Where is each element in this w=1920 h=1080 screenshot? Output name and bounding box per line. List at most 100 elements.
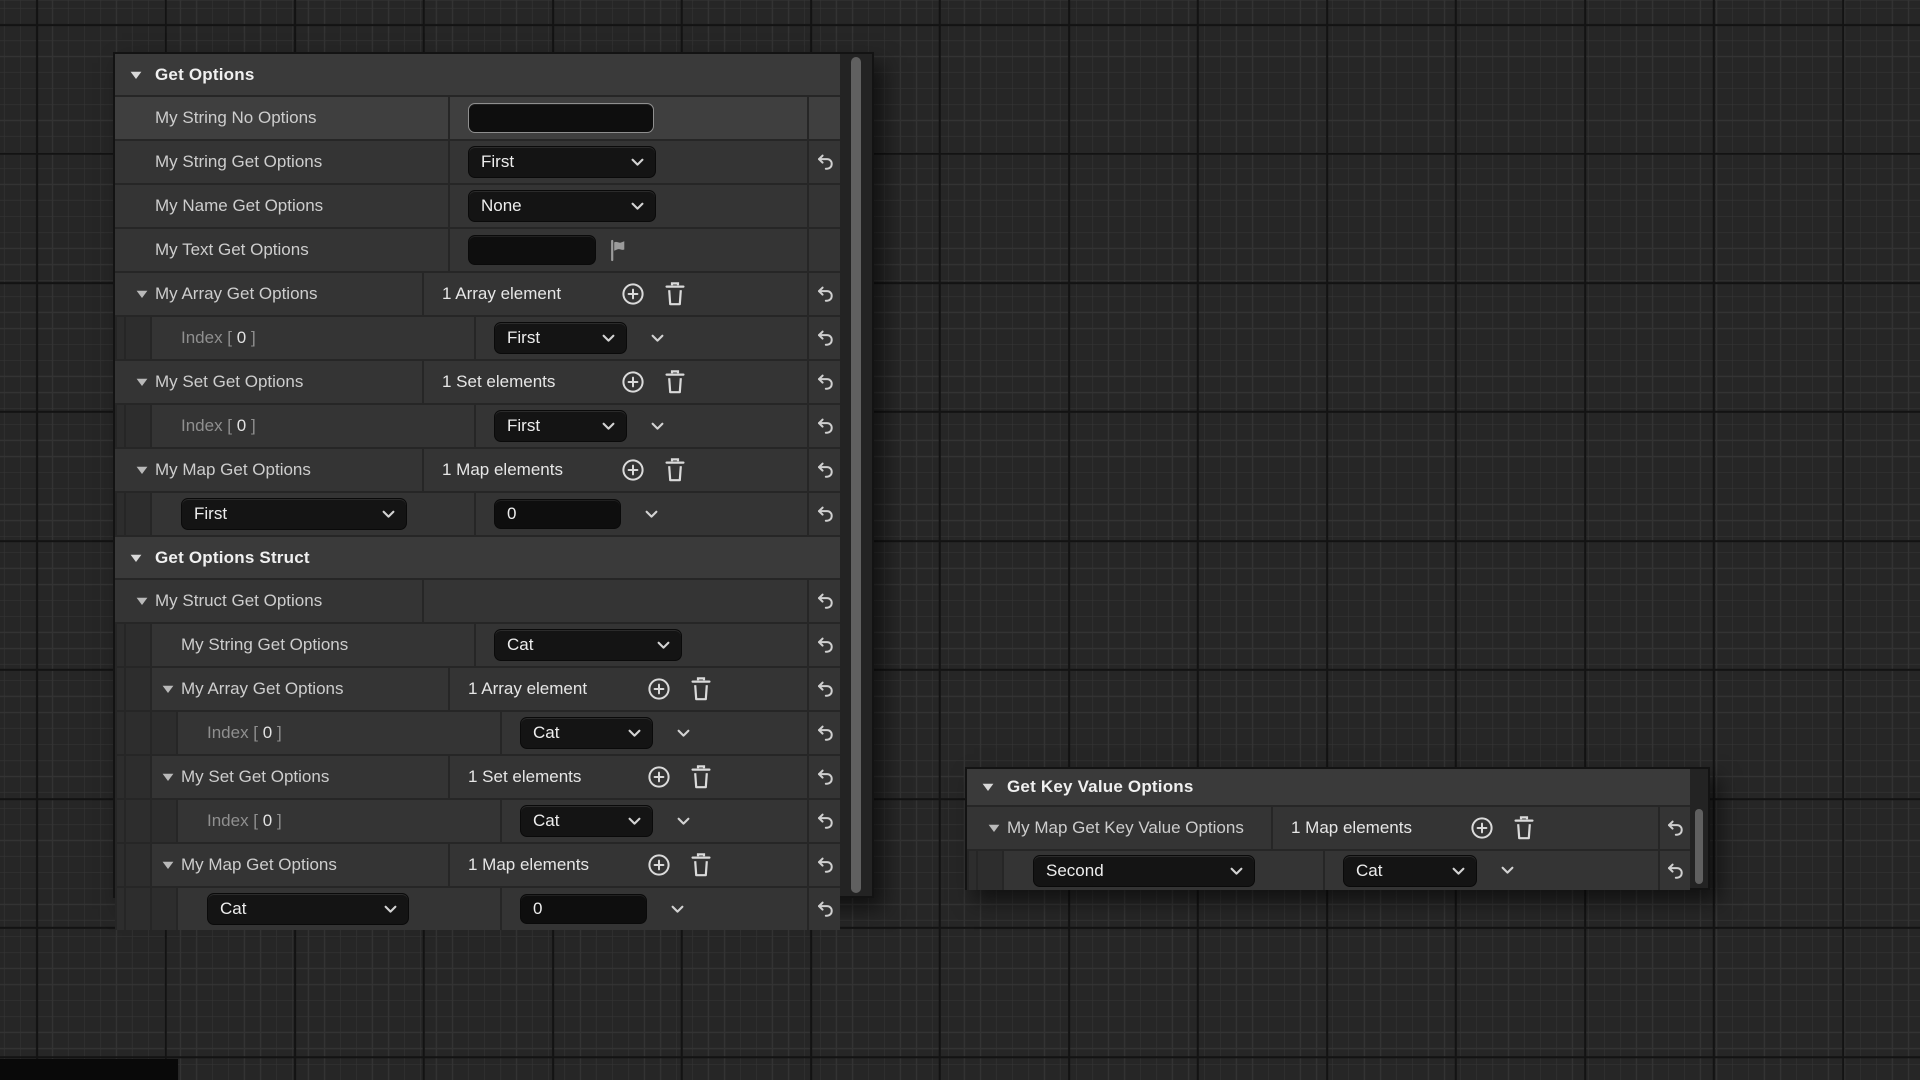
reset-to-default-button[interactable]: [814, 678, 836, 700]
delete-elements-button[interactable]: [688, 764, 714, 790]
dropdown-value: Cat: [208, 899, 246, 919]
property-row[interactable]: Index [ 0 ] First: [115, 317, 840, 361]
property-row[interactable]: My Struct Get Options: [115, 580, 840, 624]
reset-to-default-button[interactable]: [814, 634, 836, 656]
reset-to-default-button[interactable]: [814, 503, 836, 525]
expander-arrow[interactable]: [129, 375, 155, 389]
element-options-button[interactable]: [1499, 862, 1516, 879]
dropdown-select[interactable]: Cat: [494, 629, 682, 661]
triangle-down-icon[interactable]: [129, 551, 143, 565]
scrollbar-thumb[interactable]: [1695, 809, 1703, 884]
text-input[interactable]: [468, 103, 654, 133]
property-row[interactable]: My Array Get Options1 Array element: [115, 273, 840, 317]
reset-to-default-button[interactable]: [814, 854, 836, 876]
dropdown-select[interactable]: Cat: [1343, 855, 1477, 887]
expander-arrow[interactable]: [129, 463, 155, 477]
property-row[interactable]: My Name Get OptionsNone: [115, 185, 840, 229]
property-row[interactable]: Index [ 0 ]First: [115, 405, 840, 449]
property-value-cell: 1 Map elements: [450, 844, 809, 886]
reset-to-default-button[interactable]: [814, 283, 836, 305]
delete-elements-button[interactable]: [662, 369, 688, 395]
delete-elements-button[interactable]: [688, 852, 714, 878]
property-label: My Set Get Options: [155, 372, 303, 392]
text-input[interactable]: [468, 235, 596, 265]
add-element-button[interactable]: [620, 369, 646, 395]
reset-to-default-button[interactable]: [1664, 860, 1686, 882]
delete-elements-button[interactable]: [662, 457, 688, 483]
expander-arrow[interactable]: [129, 287, 155, 301]
reset-cell: [809, 580, 840, 622]
text-input[interactable]: [520, 894, 647, 924]
reset-to-default-button[interactable]: [814, 766, 836, 788]
reset-to-default-button[interactable]: [814, 415, 836, 437]
add-element-button[interactable]: [646, 852, 672, 878]
reset-to-default-button[interactable]: [814, 590, 836, 612]
expander-arrow[interactable]: [155, 682, 181, 696]
property-row[interactable]: My Map Get Options1 Map elements: [115, 844, 840, 888]
category-row[interactable]: Get Key Value Options: [967, 769, 1690, 807]
reset-to-default-button[interactable]: [1664, 817, 1686, 839]
delete-elements-button[interactable]: [662, 281, 688, 307]
dropdown-select[interactable]: First: [468, 146, 656, 178]
scrollbar-thumb[interactable]: [851, 57, 861, 893]
property-row[interactable]: My Set Get Options1 Set elements: [115, 756, 840, 800]
dropdown-select[interactable]: Cat: [520, 717, 653, 749]
element-options-button[interactable]: [669, 901, 686, 918]
element-options-button[interactable]: [649, 418, 666, 435]
reset-to-default-button[interactable]: [814, 722, 836, 744]
add-element-button[interactable]: [646, 676, 672, 702]
details-scrollbar[interactable]: [840, 54, 872, 896]
add-element-button[interactable]: [646, 764, 672, 790]
map-key-dropdown[interactable]: First: [181, 498, 407, 530]
expander-arrow[interactable]: [129, 594, 155, 608]
property-name-cell: Cat: [115, 888, 502, 930]
property-row[interactable]: Second Cat: [967, 851, 1690, 890]
add-element-button[interactable]: [620, 457, 646, 483]
add-element-button[interactable]: [620, 281, 646, 307]
property-row[interactable]: My Text Get Options: [115, 229, 840, 273]
reset-to-default-button[interactable]: [814, 151, 836, 173]
property-row[interactable]: My String Get OptionsFirst: [115, 141, 840, 185]
add-element-button[interactable]: [1469, 815, 1495, 841]
property-row[interactable]: My Array Get Options1 Array element: [115, 668, 840, 712]
property-row[interactable]: My Set Get Options1 Set elements: [115, 361, 840, 405]
dropdown-select[interactable]: First: [494, 410, 627, 442]
expander-arrow[interactable]: [981, 821, 1007, 835]
dropdown-select[interactable]: First: [494, 322, 627, 354]
reset-to-default-button[interactable]: [814, 327, 836, 349]
property-row[interactable]: My Map Get Options1 Map elements: [115, 449, 840, 493]
text-input[interactable]: [494, 499, 621, 529]
property-row[interactable]: Cat: [115, 888, 840, 930]
property-row[interactable]: First: [115, 493, 840, 537]
delete-elements-button[interactable]: [1511, 815, 1537, 841]
map-key-dropdown[interactable]: Second: [1033, 855, 1255, 887]
dropdown-select[interactable]: None: [468, 190, 656, 222]
element-options-button[interactable]: [675, 725, 692, 742]
triangle-down-icon[interactable]: [981, 780, 995, 794]
map-key-dropdown[interactable]: Cat: [207, 893, 409, 925]
triangle-down-icon[interactable]: [129, 68, 143, 82]
key-value-scrollbar[interactable]: [1690, 769, 1708, 888]
reset-to-default-button[interactable]: [814, 371, 836, 393]
property-name-cell: Index [ 0 ]: [115, 317, 476, 359]
property-value-cell: [450, 229, 809, 271]
property-row[interactable]: My String No Options: [115, 97, 840, 141]
property-row[interactable]: My Map Get Key Value Options1 Map elemen…: [967, 807, 1690, 851]
element-options-button[interactable]: [649, 330, 666, 347]
reset-to-default-button[interactable]: [814, 459, 836, 481]
category-row[interactable]: Get Options: [115, 54, 840, 97]
element-options-button[interactable]: [675, 813, 692, 830]
expander-arrow[interactable]: [155, 858, 181, 872]
blueprint-graph-background[interactable]: Get OptionsMy String No OptionsMy String…: [0, 0, 1920, 1080]
property-row[interactable]: Index [ 0 ]Cat: [115, 800, 840, 844]
expander-arrow[interactable]: [155, 770, 181, 784]
property-row[interactable]: Index [ 0 ]Cat: [115, 712, 840, 756]
element-options-button[interactable]: [643, 506, 660, 523]
localization-flag-button[interactable]: [608, 239, 629, 262]
reset-to-default-button[interactable]: [814, 898, 836, 920]
property-row[interactable]: My String Get OptionsCat: [115, 624, 840, 668]
reset-to-default-button[interactable]: [814, 810, 836, 832]
category-row[interactable]: Get Options Struct: [115, 537, 840, 580]
delete-elements-button[interactable]: [688, 676, 714, 702]
dropdown-select[interactable]: Cat: [520, 805, 653, 837]
